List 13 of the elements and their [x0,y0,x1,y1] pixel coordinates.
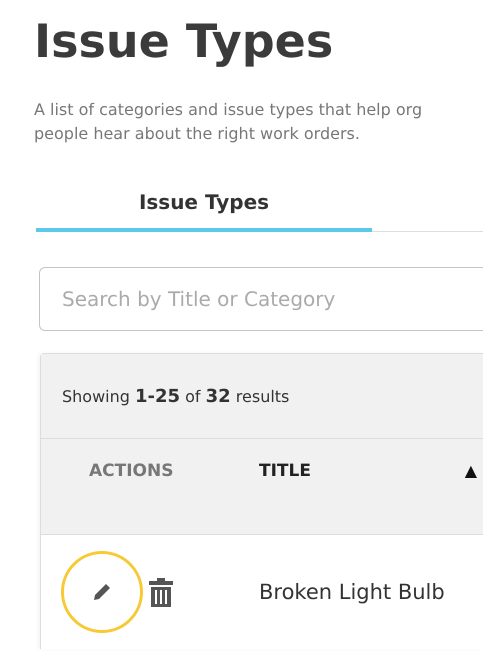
column-header[interactable]: ACTIONS [89,461,174,481]
pencil-icon [92,582,112,602]
tab[interactable]: Issue Types [36,186,372,232]
table-cell: Broken Light Bulb [259,580,445,604]
description-line: people hear about the right work orders. [34,123,360,145]
page-title: Issue Types [34,13,334,70]
sort-indicator[interactable]: ▲ [464,461,477,480]
column-header[interactable]: TITLE [259,461,311,481]
delete-button[interactable] [149,578,173,606]
trash-icon [149,578,173,606]
description-line: A list of categories and issue types that help org [34,99,422,121]
search-field[interactable]: Search by Title or Category [39,267,483,331]
results-summary: Showing 1-25 of 32 results [62,386,290,406]
